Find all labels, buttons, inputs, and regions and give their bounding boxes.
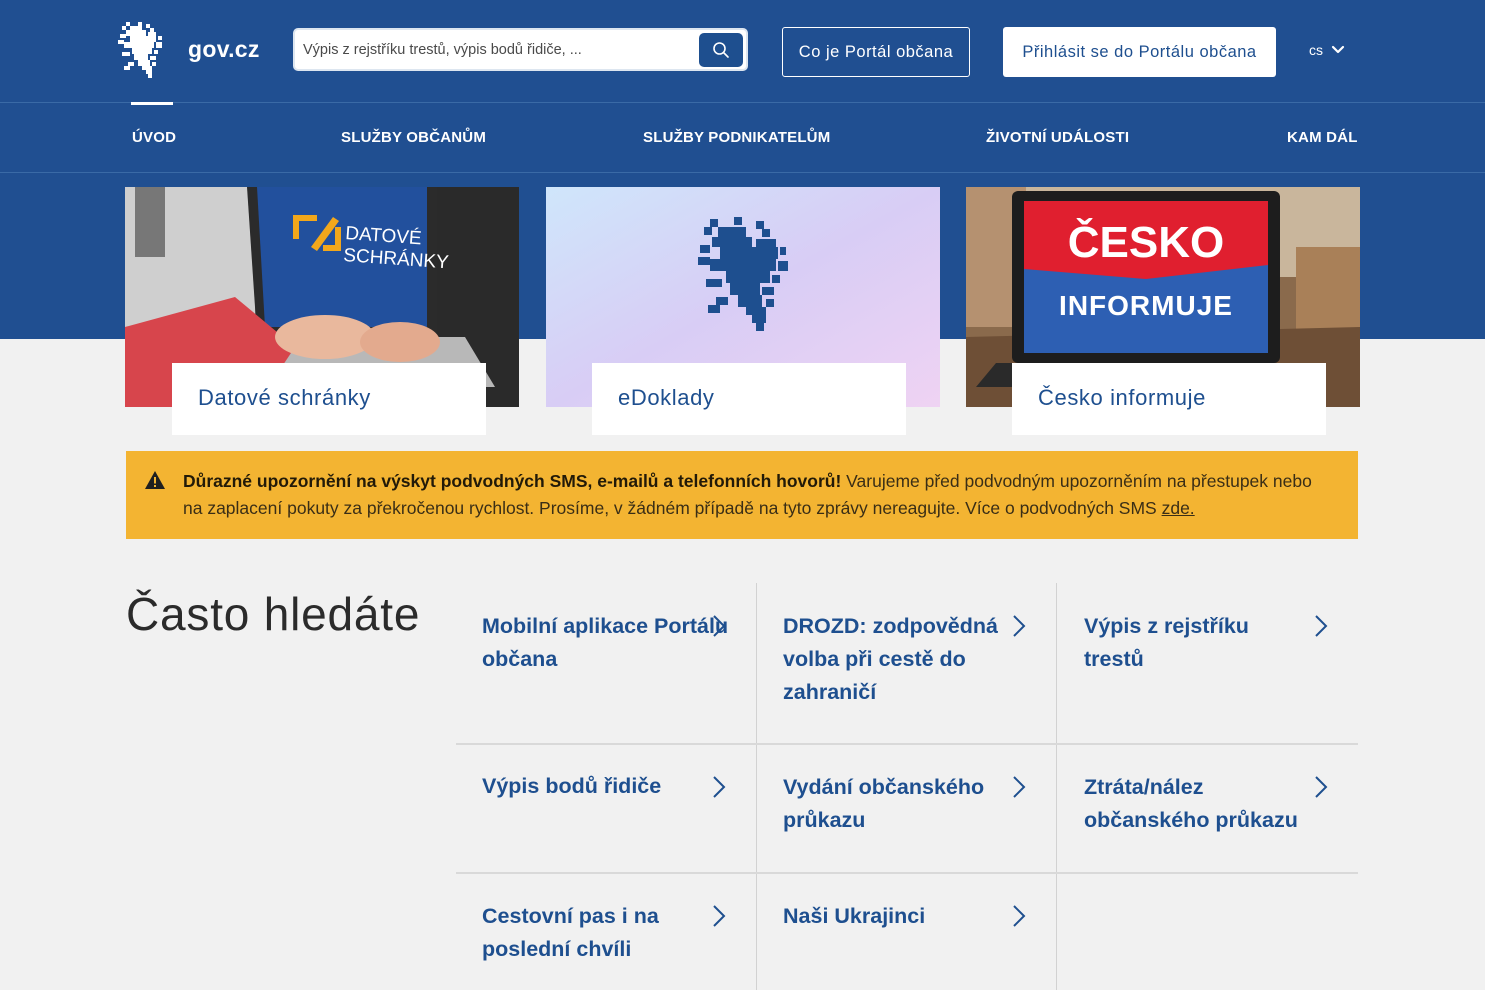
warning-icon — [145, 471, 165, 489]
card-label-edoklady[interactable]: eDoklady — [592, 363, 906, 435]
nav-item-sluzby-obcanum[interactable]: SLUŽBY OBČANŮM — [341, 129, 486, 146]
grid-divider — [456, 872, 1358, 874]
search-input[interactable] — [303, 39, 693, 61]
search-box — [293, 28, 748, 71]
nav-active-indicator — [131, 102, 173, 105]
link-vydani-op[interactable]: Vydání občanského průkazu — [783, 771, 998, 837]
site-logo-text[interactable]: gov.cz — [188, 36, 260, 63]
chevron-right-icon[interactable] — [1011, 903, 1027, 929]
nav-item-uvod[interactable]: ÚVOD — [132, 129, 176, 146]
main-navigation: ÚVOD SLUŽBY OBČANŮM SLUŽBY PODNIKATELŮM … — [0, 102, 1485, 173]
grid-divider — [1056, 583, 1057, 990]
often-searched-title: Často hledáte — [126, 588, 421, 640]
card-image-text-2: INFORMUJE — [1059, 290, 1233, 321]
nav-item-sluzby-podnikatelum[interactable]: SLUŽBY PODNIKATELŮM — [643, 129, 830, 146]
alert-title: Důrazné upozornění na výskyt podvodných … — [183, 471, 842, 491]
nav-item-kam-dal[interactable]: KAM DÁL — [1287, 129, 1358, 146]
card-image-text-2: SCHRÁNKY — [343, 245, 450, 273]
link-vypis-rejstriku-trestu[interactable]: Výpis z rejstříku trestů — [1084, 610, 1284, 676]
language-selector[interactable]: cs — [1309, 42, 1345, 58]
site-header: gov.cz Co je Portál občana Přihlásit se … — [0, 0, 1485, 102]
alert-link[interactable]: zde. — [1162, 498, 1195, 518]
link-vypis-bodu-ridice[interactable]: Výpis bodů řidiče — [482, 770, 744, 803]
link-ztrata-nalez-op[interactable]: Ztráta/nález občanského průkazu — [1084, 771, 1304, 837]
chevron-down-icon — [1331, 45, 1345, 54]
link-cestovni-pas[interactable]: Cestovní pas i na poslední chvíli — [482, 900, 682, 966]
chevron-right-icon[interactable] — [711, 774, 727, 800]
card-label-datove-schranky[interactable]: Datové schránky — [172, 363, 486, 435]
link-nasi-ukrajinci[interactable]: Naši Ukrajinci — [783, 900, 998, 933]
portal-info-button[interactable]: Co je Portál občana — [782, 27, 970, 77]
nav-item-zivotni-udalosti[interactable]: ŽIVOTNÍ UDÁLOSTI — [986, 129, 1129, 146]
grid-divider — [756, 583, 757, 990]
warning-alert: Důrazné upozornění na výskyt podvodných … — [126, 451, 1358, 539]
chevron-right-icon[interactable] — [1011, 774, 1027, 800]
language-label: cs — [1309, 42, 1323, 58]
search-icon — [713, 42, 729, 58]
chevron-right-icon[interactable] — [711, 613, 727, 639]
card-image-text-1: ČESKO — [1068, 216, 1224, 267]
link-mobilni-aplikace[interactable]: Mobilní aplikace Portálu občana — [482, 610, 744, 676]
chevron-right-icon[interactable] — [711, 903, 727, 929]
chevron-right-icon[interactable] — [1313, 613, 1329, 639]
card-label-cesko-informuje[interactable]: Česko informuje — [1012, 363, 1326, 435]
grid-divider — [456, 743, 1358, 745]
czech-lion-logo-icon[interactable] — [118, 22, 164, 78]
login-button[interactable]: Přihlásit se do Portálu občana — [1003, 27, 1276, 77]
link-drozd[interactable]: DROZD: zodpovědná volba při cestě do zah… — [783, 610, 998, 709]
chevron-right-icon[interactable] — [1011, 613, 1027, 639]
chevron-right-icon[interactable] — [1313, 774, 1329, 800]
search-button[interactable] — [699, 33, 743, 67]
